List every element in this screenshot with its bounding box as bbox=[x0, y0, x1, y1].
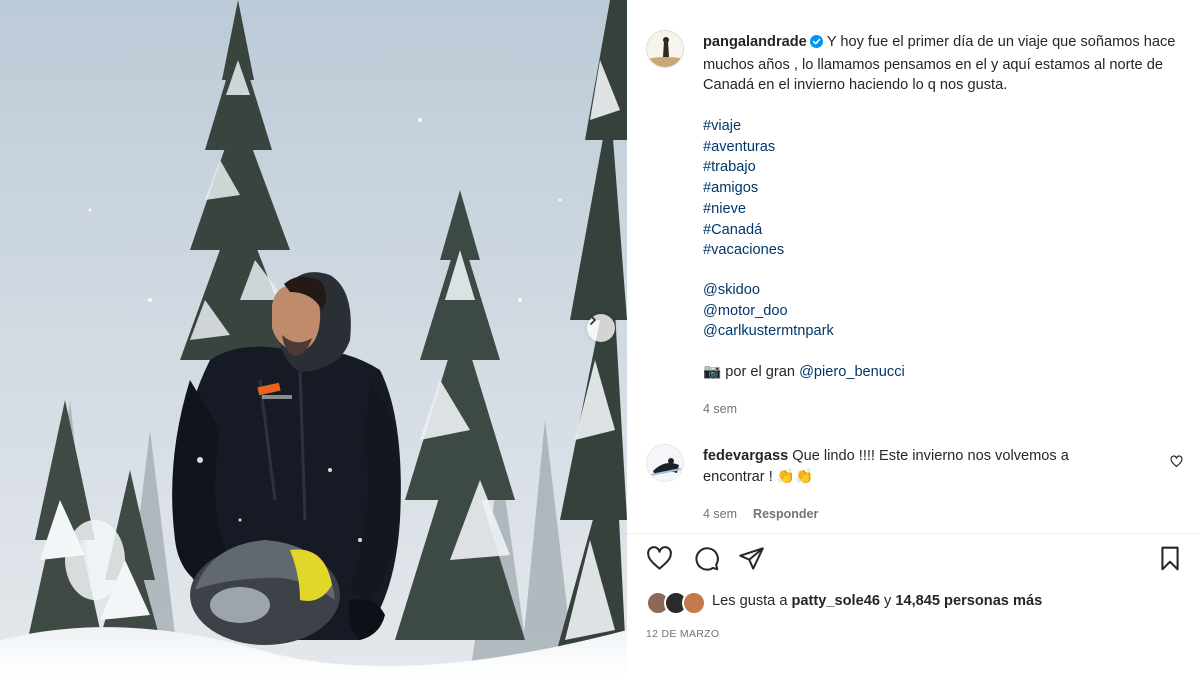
hashtag-link[interactable]: #trabajo bbox=[703, 157, 1003, 178]
mention-link[interactable]: @motor_doo bbox=[703, 301, 1003, 322]
hashtag-link[interactable]: #Canadá bbox=[703, 220, 1003, 241]
commenter-username[interactable]: fedevargass bbox=[703, 448, 788, 464]
mention-list: @skidoo @motor_doo @carlkustermtnpark bbox=[703, 280, 1003, 342]
post-photo[interactable] bbox=[0, 0, 627, 675]
comment: fedevargass Que lindo !!!! Este invierno… bbox=[703, 446, 1133, 487]
hashtag-link[interactable]: #nieve bbox=[703, 199, 1003, 220]
hashtag-link[interactable]: #aventuras bbox=[703, 137, 1003, 158]
verified-badge-icon bbox=[809, 34, 823, 55]
mention-link[interactable]: @skidoo bbox=[703, 280, 1003, 301]
hashtag-link[interactable]: #viaje bbox=[703, 116, 1003, 137]
bookmark-icon[interactable] bbox=[1157, 545, 1183, 577]
post-date: 12 DE MARZO bbox=[646, 628, 720, 640]
heart-icon[interactable] bbox=[646, 545, 673, 577]
hashtag-link[interactable]: #amigos bbox=[703, 178, 1003, 199]
liker-username[interactable]: patty_sole46 bbox=[792, 593, 880, 609]
likes-middle: y bbox=[879, 593, 896, 609]
comment-like-heart-icon[interactable] bbox=[1170, 455, 1183, 473]
mention-link[interactable]: @carlkustermtnpark bbox=[703, 321, 1003, 342]
comment-timestamp: 4 sem bbox=[703, 507, 738, 521]
photo-credit: 📷 por el gran @piero_benucci bbox=[703, 362, 905, 383]
liker-avatars[interactable] bbox=[646, 591, 712, 617]
post-timestamp: 4 sem bbox=[703, 402, 738, 416]
divider bbox=[627, 533, 1200, 534]
next-photo-button[interactable] bbox=[587, 314, 615, 342]
liker-avatar bbox=[682, 591, 706, 615]
reply-button[interactable]: Responder bbox=[753, 507, 818, 521]
author-username[interactable]: pangalandrade bbox=[703, 34, 807, 50]
snow-forest-photo bbox=[0, 0, 627, 675]
likes-count[interactable]: 14,845 personas más bbox=[895, 593, 1042, 609]
post-caption: pangalandrade Y hoy fue el primer día de … bbox=[703, 32, 1183, 96]
hashtag-link[interactable]: #vacaciones bbox=[703, 240, 1003, 261]
credit-text: por el gran bbox=[721, 364, 800, 380]
credit-user-link[interactable]: @piero_benucci bbox=[799, 364, 905, 380]
author-avatar[interactable] bbox=[646, 30, 684, 68]
paper-plane-icon[interactable] bbox=[738, 545, 765, 577]
likes-prefix: Les gusta a bbox=[712, 593, 792, 609]
comment-meta: 4 sem Responder bbox=[703, 507, 818, 521]
comment-icon[interactable] bbox=[693, 545, 720, 577]
commenter-avatar[interactable] bbox=[646, 444, 684, 482]
camera-icon: 📷 bbox=[703, 364, 722, 380]
hashtag-list: #viaje #aventuras #trabajo #amigos #niev… bbox=[703, 116, 1003, 261]
likes-summary: Les gusta a patty_sole46 y 14,845 person… bbox=[712, 593, 1042, 609]
